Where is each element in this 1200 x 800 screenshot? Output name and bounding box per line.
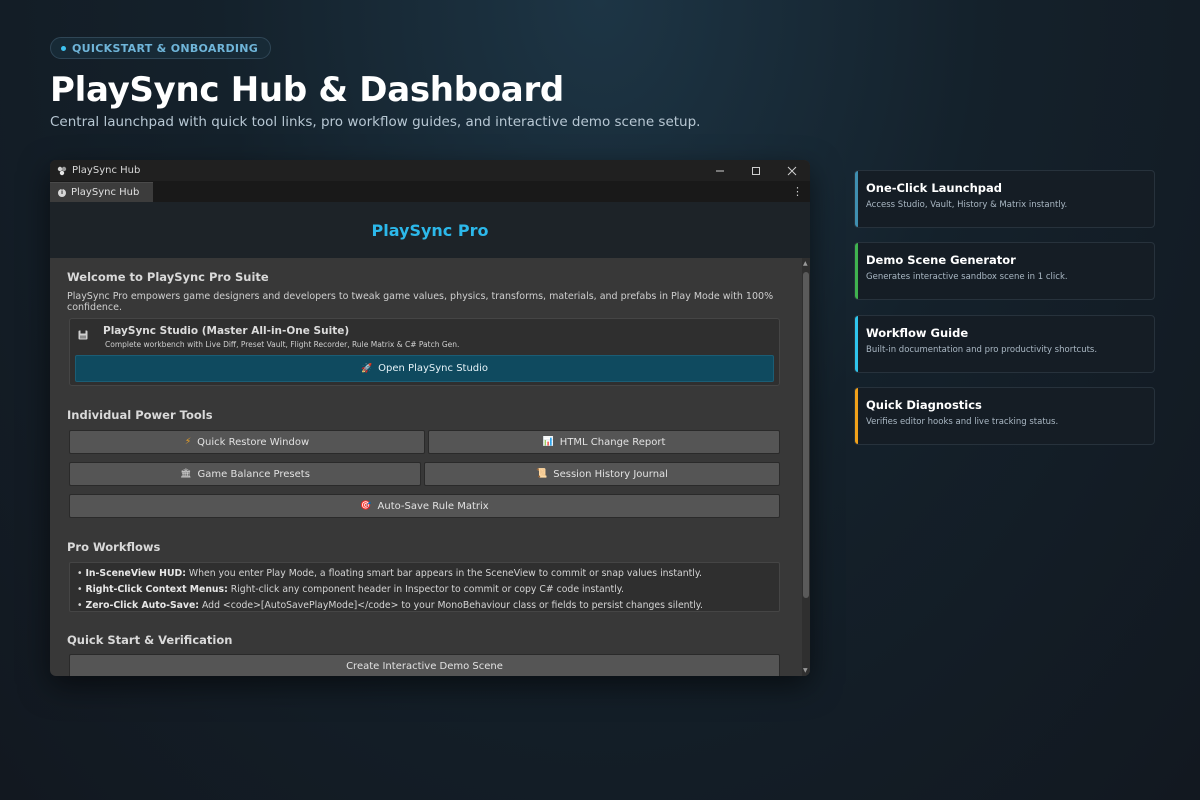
window-title: PlaySync Hub: [72, 165, 141, 176]
feature-card-demo-scene: Demo Scene Generator Generates interacti…: [854, 242, 1155, 300]
feature-card-diagnostics: Quick Diagnostics Verifies editor hooks …: [854, 387, 1155, 445]
quick-restore-button[interactable]: ⚡ Quick Restore Window: [69, 430, 425, 454]
session-history-button[interactable]: 📜 Session History Journal: [424, 462, 780, 486]
open-studio-label: Open PlaySync Studio: [378, 363, 489, 374]
scrollbar-thumb[interactable]: [803, 272, 809, 598]
create-demo-scene-button[interactable]: Create Interactive Demo Scene: [69, 654, 780, 676]
accent-bar: [855, 243, 858, 299]
minimize-button[interactable]: [702, 160, 738, 181]
bar-chart-icon: 📊: [542, 437, 554, 447]
balance-presets-label: Game Balance Presets: [197, 468, 310, 480]
accent-bar: [855, 171, 858, 227]
close-button[interactable]: [774, 160, 810, 181]
tools-title: Individual Power Tools: [67, 408, 213, 422]
rocket-icon: 🚀: [360, 363, 373, 374]
session-history-label: Session History Journal: [553, 468, 668, 480]
html-report-button[interactable]: 📊 HTML Change Report: [428, 430, 780, 454]
playsync-hub-window: PlaySync Hub i PlaySync Hub ⋮ PlaySync P…: [50, 160, 810, 676]
feature-title: Workflow Guide: [866, 326, 969, 340]
vault-icon: 🏛: [180, 469, 192, 479]
rule-matrix-button[interactable]: 🎯 Auto-Save Rule Matrix: [69, 494, 780, 518]
maximize-button[interactable]: [738, 160, 774, 181]
quick-restore-label: Quick Restore Window: [197, 436, 310, 448]
feature-card-launchpad: One-Click Launchpad Access Studio, Vault…: [854, 170, 1155, 228]
studio-title: PlaySync Studio (Master All-in-One Suite…: [103, 325, 350, 337]
tab-playsync-hub[interactable]: i PlaySync Hub: [50, 182, 154, 202]
feature-description: Verifies editor hooks and live tracking …: [866, 417, 1059, 427]
workflows-list: • In-SceneView HUD: When you enter Play …: [69, 562, 780, 612]
window-titlebar[interactable]: PlaySync Hub: [50, 160, 810, 181]
studio-card: PlaySync Studio (Master All-in-One Suite…: [69, 318, 780, 386]
brand-header: PlaySync Pro: [50, 202, 810, 258]
page-title: PlaySync Hub & Dashboard: [50, 70, 564, 110]
tab-bar: i PlaySync Hub ⋮: [50, 181, 810, 202]
accent-bar: [855, 388, 858, 444]
list-item: • In-SceneView HUD: When you enter Play …: [77, 568, 702, 579]
feature-title: One-Click Launchpad: [866, 181, 1003, 195]
minimize-icon: [716, 170, 724, 171]
open-studio-button[interactable]: 🚀 Open PlaySync Studio: [75, 355, 774, 382]
scroll-up-icon[interactable]: ▲: [803, 260, 808, 267]
list-item: • Zero-Click Auto-Save: Add <code>[AutoS…: [77, 600, 703, 611]
balance-presets-button[interactable]: 🏛 Game Balance Presets: [69, 462, 421, 486]
feature-description: Generates interactive sandbox scene in 1…: [866, 272, 1068, 282]
scroll-down-icon[interactable]: ▼: [803, 667, 808, 674]
studio-subtitle: Complete workbench with Live Diff, Prese…: [105, 340, 460, 349]
tab-label: PlaySync Hub: [71, 187, 140, 198]
category-badge: QUICKSTART & ONBOARDING: [50, 37, 272, 59]
feature-description: Built-in documentation and pro productiv…: [866, 345, 1098, 355]
list-item: • Right-Click Context Menus: Right-click…: [77, 584, 624, 595]
scroll-icon: 📜: [536, 469, 548, 479]
vertical-scrollbar[interactable]: ▲ ▼: [802, 258, 810, 676]
rule-matrix-label: Auto-Save Rule Matrix: [377, 500, 489, 512]
kebab-menu-icon[interactable]: ⋮: [792, 185, 803, 198]
target-icon: 🎯: [360, 501, 372, 511]
welcome-description: PlaySync Pro empowers game designers and…: [67, 291, 774, 313]
html-report-label: HTML Change Report: [559, 436, 666, 448]
lightning-icon: ⚡: [184, 437, 192, 447]
feature-title: Demo Scene Generator: [866, 253, 1016, 267]
maximize-icon: [752, 166, 760, 175]
quickstart-title: Quick Start & Verification: [67, 633, 233, 647]
info-icon: i: [58, 188, 66, 197]
feature-card-workflow-guide: Workflow Guide Built-in documentation an…: [854, 315, 1155, 373]
hub-content: Welcome to PlaySync Pro Suite PlaySync P…: [50, 258, 802, 676]
app-icon: [57, 166, 67, 176]
page-subtitle: Central launchpad with quick tool links,…: [50, 114, 701, 130]
accent-bar: [855, 316, 858, 372]
badge-dot-icon: [61, 45, 66, 51]
feature-description: Access Studio, Vault, History & Matrix i…: [866, 200, 1068, 210]
badge-label: QUICKSTART & ONBOARDING: [72, 41, 259, 55]
welcome-title: Welcome to PlaySync Pro Suite: [67, 270, 269, 284]
workflows-title: Pro Workflows: [67, 540, 161, 554]
feature-title: Quick Diagnostics: [866, 398, 982, 412]
close-icon: [787, 166, 797, 175]
floppy-disk-icon: [78, 330, 88, 343]
